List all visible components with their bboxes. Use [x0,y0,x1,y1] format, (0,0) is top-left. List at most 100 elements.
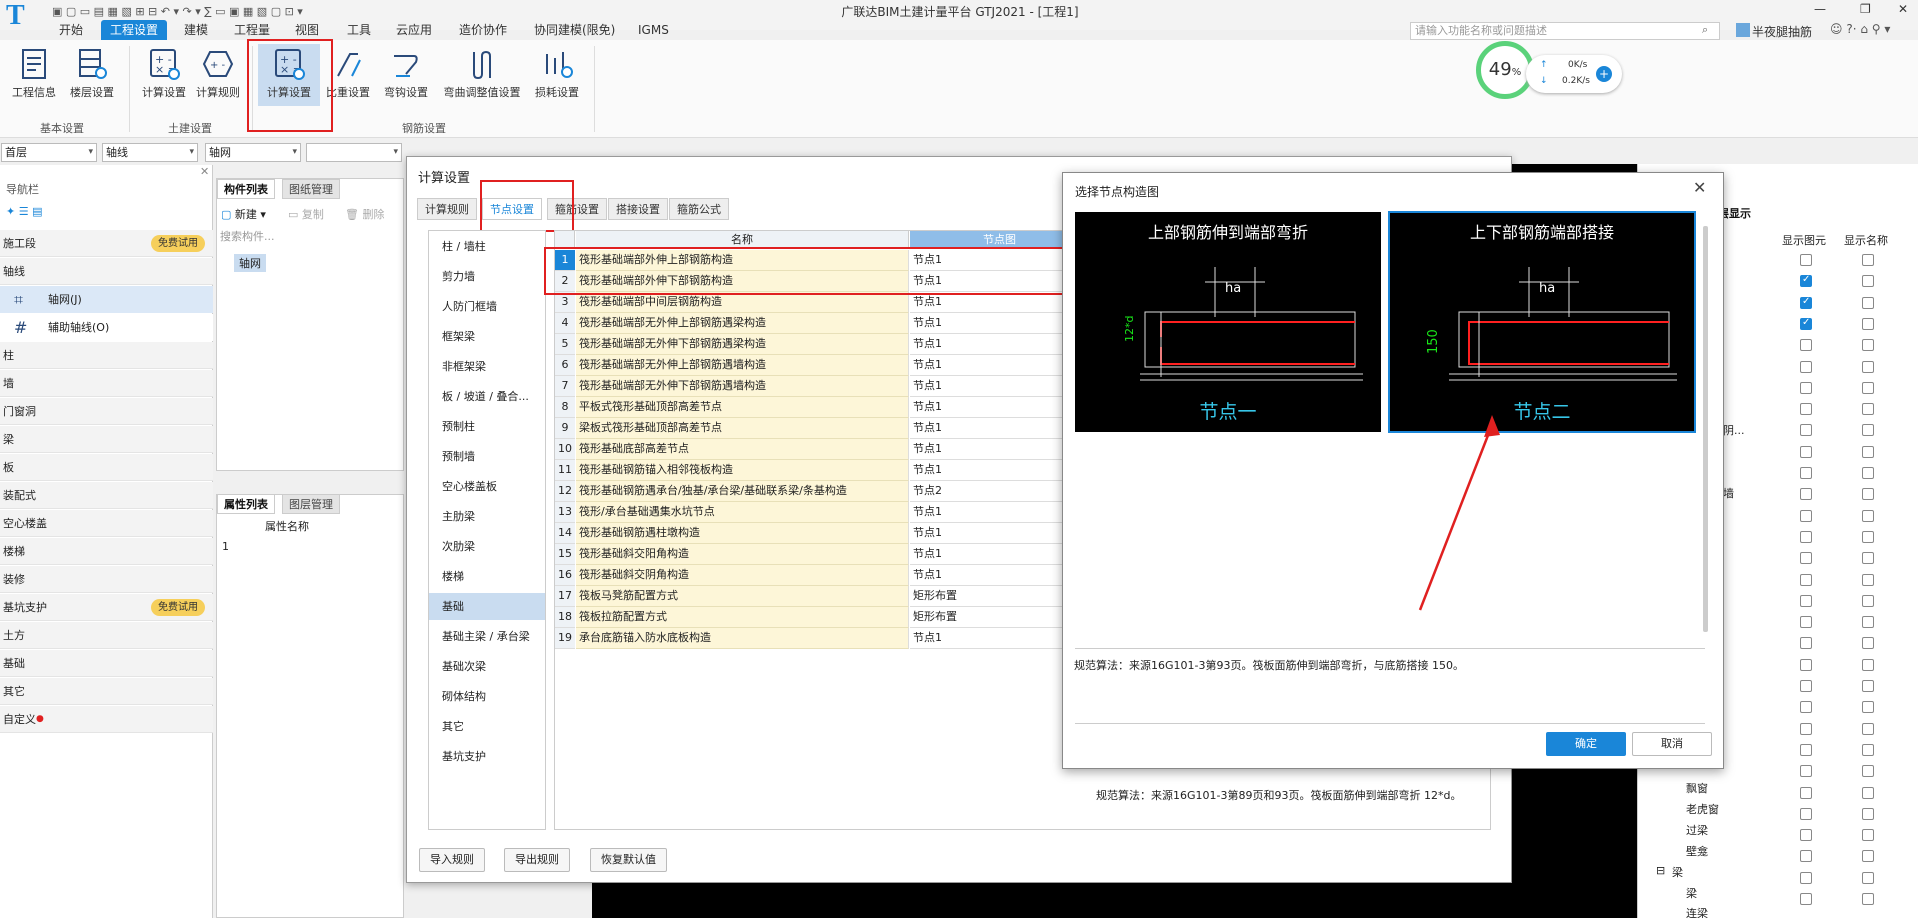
category-item[interactable]: 主肋梁 [429,503,545,530]
nav-axis-grid[interactable]: ⌗ 轴网(J) [0,286,213,313]
show-element-checkbox[interactable] [1800,573,1812,586]
nav-prefab[interactable]: 装配式 [0,482,213,509]
nav-close-icon[interactable]: ✕ [200,165,209,178]
show-element-checkbox[interactable] [1800,530,1812,543]
function-search-input[interactable]: 请输入功能名称或问题描述 [1410,22,1720,40]
show-name-checkbox[interactable] [1862,893,1874,905]
nav-foundation[interactable]: 基础 [0,650,213,677]
nav-beam[interactable]: 梁 [0,426,213,453]
nav-hollow-floor[interactable]: 空心楼盖 [0,510,213,537]
show-name-checkbox[interactable] [1862,871,1874,884]
help-icons[interactable]: ☺ ?· ⌂ ⚲ ▾ [1830,22,1890,36]
category-item[interactable]: 人防门框墙 [429,293,545,320]
show-element-checkbox[interactable] [1800,381,1812,394]
weight-settings-button[interactable]: 比重设置 [317,44,379,106]
hook-settings-button[interactable]: 弯钩设置 [375,44,437,106]
nav-slab[interactable]: 板 [0,454,213,481]
copy-component-button[interactable]: ▭ 复制 [288,206,324,222]
nav-column[interactable]: 柱 [0,342,213,369]
category-item[interactable]: 楼梯 [429,563,545,590]
category-item[interactable]: 空心楼盖板 [429,473,545,500]
category-item[interactable]: 剪力墙 [429,263,545,290]
network-speed-widget[interactable]: ↑ 0K/s ↓ 0.2K/s + [1526,55,1622,93]
quick-access-toolbar[interactable]: ▣ ▢ ▭ ▤ ▦ ▧ ⊞ ⊟ ↶ ▾ ↷ ▾ ∑ ▭ ▣ ▦ ▧ ▢ ⊡ ▾ [52,5,303,18]
show-name-checkbox[interactable] [1862,850,1874,863]
show-element-checkbox[interactable] [1800,552,1812,565]
nav-pit-support[interactable]: 基坑支护 免费试用 [0,594,213,621]
loss-settings-button[interactable]: 损耗设置 [526,44,588,106]
show-element-checkbox[interactable] [1800,467,1812,479]
node-option-1[interactable]: 上部钢筋伸到端部弯折 ha 12*d 节点一 [1075,212,1381,432]
show-name-checkbox[interactable] [1862,637,1874,650]
nav-openings[interactable]: 门窗洞 [0,398,213,425]
cancel-button[interactable]: 取消 [1632,732,1712,756]
menu-collab-modeling[interactable]: 协同建模(限免) [525,20,624,40]
show-element-checkbox[interactable] [1800,360,1812,373]
nav-other[interactable]: 其它 [0,678,213,705]
nav-custom[interactable]: 自定义● [0,706,213,733]
show-element-checkbox[interactable] [1800,680,1812,692]
show-name-checkbox[interactable] [1862,658,1874,671]
show-name-checkbox[interactable] [1862,403,1874,416]
show-name-checkbox[interactable] [1862,381,1874,394]
show-element-checkbox[interactable] [1800,616,1812,629]
delete-component-button[interactable]: 🗑 删除 [345,206,384,222]
tab-node-settings[interactable]: 节点设置 [482,198,542,220]
show-element-checkbox[interactable] [1800,317,1812,330]
tab-drawing-management[interactable]: 图纸管理 [282,179,340,199]
show-name-checkbox[interactable] [1862,317,1874,330]
close-button[interactable]: ✕ [1898,2,1908,16]
close-icon[interactable]: ✕ [1693,178,1706,197]
tab-component-list[interactable]: 构件列表 [217,179,275,199]
ok-button[interactable]: 确定 [1546,732,1626,756]
show-name-checkbox[interactable] [1862,530,1874,543]
project-info-button[interactable]: 工程信息 [3,44,65,106]
import-rules-button[interactable]: 导入规则 [419,848,485,872]
show-element-checkbox[interactable] [1800,488,1812,501]
category-item[interactable]: 其它 [429,713,545,740]
show-name-checkbox[interactable] [1862,467,1874,479]
floor-select[interactable]: 首层 [1,143,97,162]
show-name-checkbox[interactable] [1862,509,1874,522]
minimize-button[interactable]: — [1814,2,1826,16]
bend-adjust-settings-button[interactable]: 弯曲调整值设置 [440,44,524,106]
nav-stairs[interactable]: 楼梯 [0,538,213,565]
category-item[interactable]: 基础 [429,593,545,620]
menu-igms[interactable]: IGMS [629,20,678,40]
menu-modeling[interactable]: 建模 [175,20,217,40]
export-rules-button[interactable]: 导出规则 [504,848,570,872]
show-element-checkbox[interactable] [1800,594,1812,607]
show-element-checkbox[interactable] [1800,509,1812,522]
calc-rules-button[interactable]: + - 计算规则 [187,44,249,106]
user-name[interactable]: 半夜腿抽筋 [1752,23,1812,40]
show-element-checkbox[interactable] [1800,296,1812,309]
floor-settings-button[interactable]: 楼层设置 [61,44,123,106]
restore-button[interactable]: ❐ [1860,2,1871,16]
show-element-checkbox[interactable] [1800,765,1812,778]
show-name-checkbox[interactable] [1862,445,1874,458]
show-element-checkbox[interactable] [1800,637,1812,650]
free-trial-badge[interactable]: 免费试用 [151,599,205,616]
show-name-checkbox[interactable] [1862,807,1874,820]
node-option-2[interactable]: 上下部钢筋端部搭接 ha 150 节点二 [1388,211,1696,433]
rebar-calc-settings-button[interactable]: + - × = 计算设置 [258,44,320,106]
show-name-checkbox[interactable] [1862,765,1874,778]
category-item[interactable]: 预制墙 [429,443,545,470]
show-name-checkbox[interactable] [1862,275,1874,288]
tab-stirrup-settings[interactable]: 箍筋设置 [547,198,607,220]
menu-start[interactable]: 开始 [50,20,92,40]
avatar[interactable] [1736,23,1750,37]
menu-view[interactable]: 视图 [286,20,328,40]
category-item[interactable]: 非框架梁 [429,353,545,380]
show-element-checkbox[interactable] [1800,722,1812,735]
show-name-checkbox[interactable] [1862,360,1874,373]
tree-collapse-icon[interactable]: ⊟ [1656,864,1665,877]
accelerate-plus-icon[interactable]: + [1596,66,1612,82]
component-item-grid[interactable]: 轴网 [234,254,266,272]
show-name-checkbox[interactable] [1862,680,1874,692]
show-name-checkbox[interactable] [1862,722,1874,735]
nav-axis[interactable]: 轴线 [0,258,213,285]
component-search-input[interactable]: 搜索构件... [218,228,404,246]
show-element-checkbox[interactable] [1800,403,1812,416]
menu-cost-collab[interactable]: 造价协作 [450,20,516,40]
